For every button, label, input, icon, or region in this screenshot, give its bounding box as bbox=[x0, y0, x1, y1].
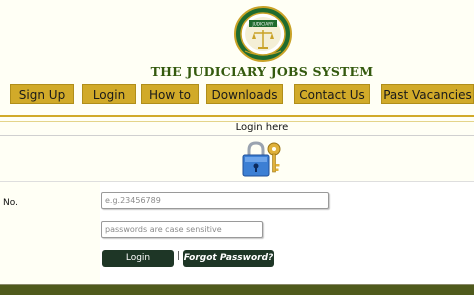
main-nav: Sign Up Login How to Downloads Contact U… bbox=[0, 84, 474, 105]
divider-gold bbox=[0, 115, 474, 117]
login-button[interactable]: Login bbox=[102, 250, 174, 267]
lock-key-icon bbox=[242, 141, 281, 177]
site-title: THE JUDICIARY JOBS SYSTEM bbox=[150, 64, 374, 79]
footer-bar bbox=[0, 285, 474, 295]
nav-past-vacancies[interactable]: Past Vacancies bbox=[381, 84, 474, 104]
login-heading: Login here bbox=[235, 122, 289, 133]
nav-downloads[interactable]: Downloads bbox=[206, 84, 283, 104]
nav-sign-up[interactable]: Sign Up bbox=[10, 84, 74, 104]
nav-how-to[interactable]: How to bbox=[141, 84, 199, 104]
divider bbox=[0, 135, 474, 136]
separator: | bbox=[177, 251, 181, 261]
logo-text: JUDICIARY bbox=[252, 22, 274, 27]
id-number-input[interactable] bbox=[101, 192, 329, 209]
judiciary-logo: JUDICIARY bbox=[234, 6, 292, 62]
password-input[interactable] bbox=[101, 221, 263, 238]
forgot-password-button[interactable]: Forgot Password? bbox=[183, 250, 274, 267]
nav-login[interactable]: Login bbox=[82, 84, 136, 104]
id-number-label: No. bbox=[3, 198, 18, 208]
nav-contact-us[interactable]: Contact Us bbox=[294, 84, 370, 104]
